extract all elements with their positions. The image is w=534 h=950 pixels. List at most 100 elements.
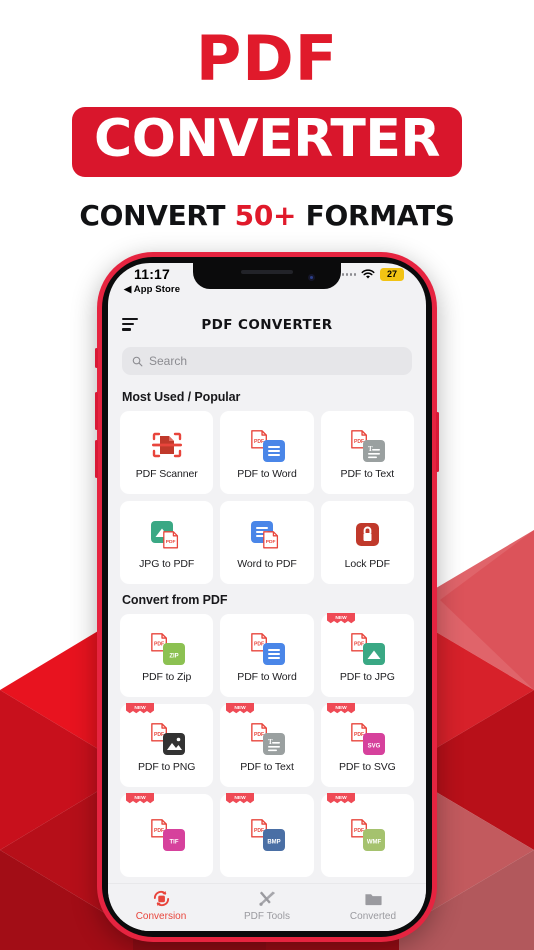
word-to-pdf-icon: PDF [246, 516, 288, 554]
new-badge: NEW [126, 793, 154, 808]
front-camera-icon [308, 274, 315, 281]
svg-text:NEW: NEW [235, 705, 247, 711]
tool-card[interactable]: PDF T PDF to Text [320, 411, 414, 494]
bottom-tab-bar[interactable]: Conversion PDF Tools Converted [108, 883, 426, 931]
app-navbar: PDF CONVERTER [108, 309, 426, 343]
promo-subtitle-highlight: 50+ [234, 199, 297, 232]
svg-text:NEW: NEW [235, 795, 247, 801]
promo-subtitle: CONVERT 50+ FORMATS [0, 199, 534, 232]
svg-text:PDF: PDF [254, 438, 264, 444]
tool-label: PDF to Word [237, 670, 297, 683]
tool-card[interactable]: NEW PDF SVG PDF to SVG [320, 703, 414, 787]
tool-card[interactable]: NEW PDF BMP [220, 793, 314, 877]
new-badge: NEW [226, 703, 255, 718]
tool-card[interactable]: PDF Scanner [120, 411, 214, 494]
conversion-list[interactable]: Most Used / Popular PDF Scanner PDF PDF … [108, 381, 426, 883]
tool-card[interactable]: NEW PDF PDF to PNG [120, 703, 214, 787]
tool-card[interactable]: PDF PDF to Word [220, 614, 314, 697]
svg-text:NEW: NEW [335, 705, 347, 711]
mute-switch[interactable] [95, 348, 98, 368]
section-title: Most Used / Popular [122, 390, 241, 404]
jpg-to-pdf-icon: PDF [146, 516, 188, 554]
wifi-icon [361, 269, 375, 279]
svg-text:PDF: PDF [354, 827, 364, 833]
svg-text:TIF: TIF [169, 839, 178, 845]
svg-text:PDF: PDF [165, 539, 175, 545]
tool-grid: PDF JPG to PDF PDF Word to PDF Lock PDF [108, 501, 426, 584]
svg-text:SVG: SVG [368, 743, 381, 749]
search-icon [132, 356, 143, 366]
promo-header: PDF CONVERTER CONVERT 50+ FORMATS [0, 0, 534, 232]
new-badge: NEW [226, 793, 255, 808]
tool-card[interactable]: NEW PDF TIF [120, 793, 214, 877]
earpiece-speaker-icon [241, 270, 293, 274]
volume-down-button[interactable] [95, 440, 98, 478]
battery-indicator: 27 [380, 268, 404, 281]
pdf-to-svg-icon: PDF SVG [346, 719, 388, 757]
pdf-to-word-icon: PDF [246, 426, 288, 464]
tool-card[interactable]: Lock PDF [320, 501, 414, 584]
promo-subtitle-before: CONVERT [79, 199, 235, 232]
tool-card[interactable]: PDF ZIP PDF to Zip [120, 614, 214, 697]
tool-card[interactable]: NEW PDF PDF to JPG [320, 613, 414, 697]
tool-label: PDF to Text [240, 760, 294, 773]
search-placeholder: Search [149, 354, 188, 368]
svg-text:BMP: BMP [267, 839, 280, 845]
svg-text:T: T [268, 738, 273, 746]
promo-title-converter: CONVERTER [72, 107, 462, 177]
tool-label: PDF to Text [340, 467, 395, 480]
svg-text:ZIP: ZIP [169, 653, 178, 659]
svg-text:PDF: PDF [154, 731, 164, 737]
tool-card[interactable]: NEW PDF T PDF to Text [220, 703, 314, 787]
status-indicators: 27 [341, 268, 404, 281]
new-badge: NEW [326, 703, 355, 718]
tab-pdf-tools[interactable]: PDF Tools [214, 884, 320, 931]
promo-subtitle-after: FORMATS [296, 199, 455, 232]
volume-up-button[interactable] [95, 392, 98, 430]
tool-grid: PDF Scanner PDF PDF to Word PDF T PDF to… [108, 411, 426, 494]
tool-label: PDF Scanner [135, 467, 198, 480]
svg-text:NEW: NEW [134, 795, 146, 801]
tab-conversion[interactable]: Conversion [108, 884, 214, 931]
tool-grid: PDF ZIP PDF to Zip PDF PDF to Word NEW PD… [108, 613, 426, 877]
tool-card[interactable]: PDF Word to PDF [220, 501, 314, 584]
tab-converted[interactable]: Converted [320, 884, 426, 931]
new-badge: NEW [126, 703, 154, 718]
search-input[interactable]: Search [122, 347, 412, 375]
back-to-app-store-link[interactable]: ◀ App Store [124, 284, 180, 295]
phone-mockup: 11:17 ◀ App Store 27 PDF CONVERTER Searc… [95, 252, 439, 942]
pdf-to-text-icon: PDF T [246, 719, 288, 757]
pdf-to-word-icon: PDF [246, 629, 288, 667]
svg-text:WMF: WMF [367, 839, 382, 845]
new-badge: NEW [326, 793, 355, 808]
hamburger-menu-icon[interactable] [122, 318, 138, 331]
pdf-to-tif-icon: PDF TIF [146, 815, 188, 853]
svg-text:PDF: PDF [354, 731, 364, 737]
tool-label: JPG to PDF [139, 557, 195, 570]
tools-icon [257, 889, 278, 908]
svg-text:PDF: PDF [354, 438, 364, 444]
tab-label: Converted [349, 911, 397, 922]
page-title: PDF CONVERTER [201, 317, 333, 333]
svg-text:PDF: PDF [254, 731, 264, 737]
folder-icon [363, 889, 384, 908]
pdf-to-jpg-icon: PDF [346, 629, 388, 667]
pdf-to-wmf-icon: PDF WMF [346, 815, 388, 853]
signal-dots-icon [341, 273, 356, 276]
tool-card[interactable]: PDF PDF to Word [220, 411, 314, 494]
pdf-to-text-icon: PDF T [346, 426, 388, 464]
power-button[interactable] [436, 412, 439, 472]
svg-text:NEW: NEW [335, 795, 347, 801]
pdf-to-png-icon: PDF [146, 719, 188, 757]
section-title: Convert from PDF [122, 593, 228, 607]
new-badge: NEW [326, 613, 355, 628]
notch [193, 263, 341, 289]
conversion-icon [151, 889, 172, 908]
tab-label: Conversion [135, 911, 187, 922]
tool-card[interactable]: PDF JPG to PDF [120, 501, 214, 584]
svg-text:PDF: PDF [354, 641, 364, 647]
pdf-to-bmp-icon: PDF BMP [246, 815, 288, 853]
tool-label: PDF to SVG [338, 760, 396, 773]
tool-card[interactable]: NEW PDF WMF [320, 793, 414, 877]
tool-label: PDF to PNG [137, 760, 196, 773]
